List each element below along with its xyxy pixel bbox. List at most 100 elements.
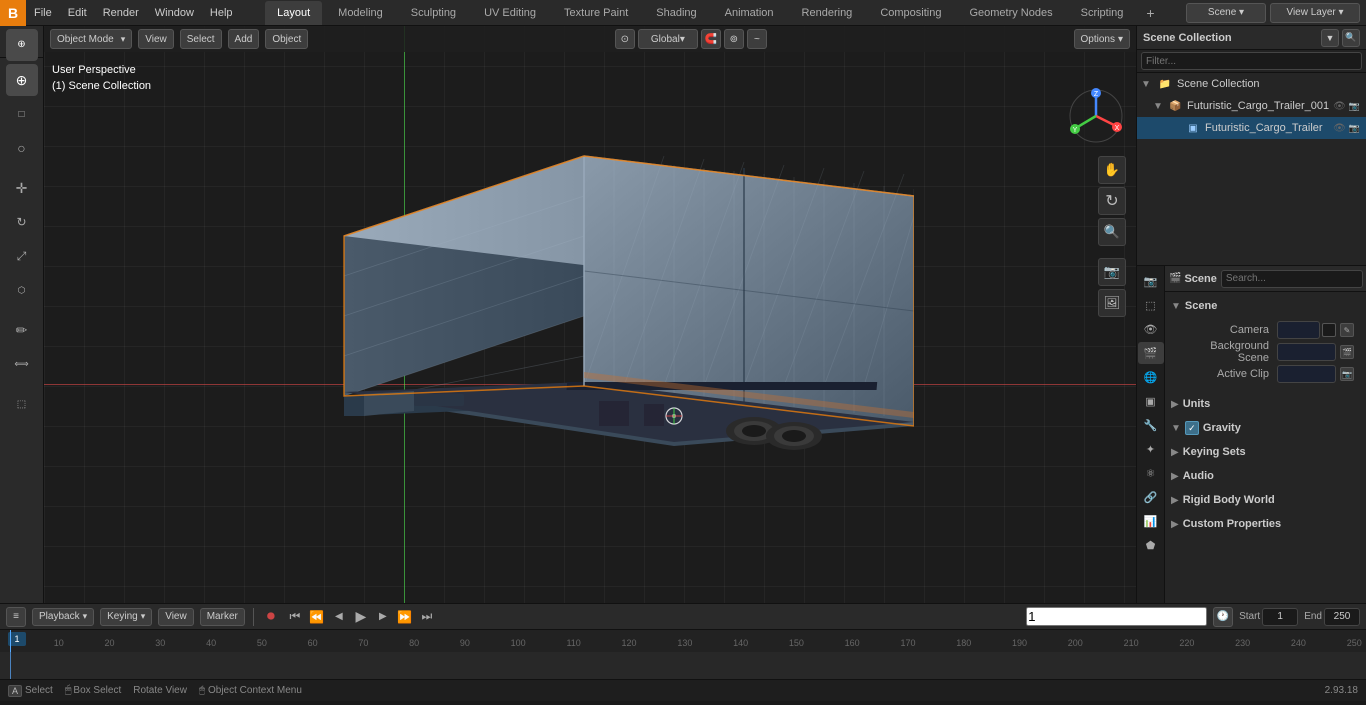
end-frame-input[interactable]: 250: [1324, 608, 1360, 626]
background-scene-value[interactable]: [1277, 343, 1336, 361]
timeline-ruler[interactable]: 1 0 10 20 30 40 50 60 70 80 90 100 110 1…: [0, 630, 1366, 652]
jump-to-end-button[interactable]: ⏭: [418, 608, 436, 626]
tab-sculpting[interactable]: Sculpting: [399, 1, 468, 25]
modifier-properties-tab[interactable]: 🔧: [1138, 414, 1164, 436]
outliner-scene-collection[interactable]: ▼ 📁 Scene Collection: [1137, 73, 1366, 95]
audio-section-header[interactable]: ▶ Audio: [1169, 466, 1362, 486]
camera-persp-button[interactable]: 📷: [1098, 258, 1126, 286]
properties-search[interactable]: [1221, 270, 1363, 288]
custom-properties-section-header[interactable]: ▶ Custom Properties: [1169, 514, 1362, 534]
gravity-section-header[interactable]: ▼ Gravity: [1169, 418, 1362, 438]
next-frame-button[interactable]: ▶: [374, 608, 392, 626]
measure-tool[interactable]: ⟺: [6, 348, 38, 380]
camera-value[interactable]: [1277, 321, 1320, 339]
annotate-tool[interactable]: ✏: [6, 314, 38, 346]
tab-modeling[interactable]: Modeling: [326, 1, 395, 25]
menu-file[interactable]: File: [26, 0, 60, 25]
object-properties-tab[interactable]: ▣: [1138, 390, 1164, 412]
viewport[interactable]: Object Mode ▾ View Select Add Object: [44, 26, 1136, 603]
play-button[interactable]: ▶: [352, 608, 370, 626]
outliner-row-trailer-mesh[interactable]: ▶ ▣ Futuristic_Cargo_Trailer 👁 📷: [1137, 117, 1366, 139]
transform-tool[interactable]: ⬡: [6, 274, 38, 306]
scene-section-header[interactable]: ▼ Scene: [1169, 296, 1362, 316]
add-workspace-button[interactable]: +: [1139, 2, 1161, 24]
output-properties-tab[interactable]: ⬚: [1138, 294, 1164, 316]
keying-sets-section-header[interactable]: ▶ Keying Sets: [1169, 442, 1362, 462]
active-clip-value[interactable]: [1277, 365, 1336, 383]
object-menu[interactable]: Object: [265, 29, 308, 49]
gravity-checkbox[interactable]: [1185, 421, 1199, 435]
prev-keyframe-button[interactable]: ⏪: [308, 608, 326, 626]
outliner-search-input[interactable]: [1141, 52, 1362, 70]
view-menu[interactable]: View: [138, 29, 174, 49]
constraints-properties-tab[interactable]: 🔗: [1138, 486, 1164, 508]
units-section-header[interactable]: ▶ Units: [1169, 394, 1362, 414]
record-button[interactable]: ⏺: [262, 608, 280, 626]
render-properties-tab[interactable]: 📷: [1138, 270, 1164, 292]
scale-tool[interactable]: ⤢: [6, 240, 38, 272]
particles-properties-tab[interactable]: ✦: [1138, 438, 1164, 460]
select-tool[interactable]: □: [6, 98, 38, 130]
time-display-toggle[interactable]: 🕐: [1213, 607, 1233, 627]
mesh-render-icon[interactable]: 📷: [1349, 123, 1360, 134]
proportional-edit[interactable]: ⊚: [724, 29, 744, 49]
timeline-view-menu[interactable]: View: [158, 608, 194, 626]
select-circle-tool[interactable]: ○: [6, 132, 38, 164]
camera-edit-icon[interactable]: ✎: [1340, 323, 1354, 337]
menu-window[interactable]: Window: [147, 0, 202, 25]
tab-animation[interactable]: Animation: [713, 1, 786, 25]
render-icon[interactable]: 📷: [1349, 101, 1360, 112]
material-properties-tab[interactable]: ⬟: [1138, 534, 1164, 556]
timeline-menu-button[interactable]: ≡: [6, 607, 26, 627]
active-clip-icon[interactable]: 📷: [1340, 367, 1354, 381]
transform-pivot[interactable]: ⊙: [615, 29, 635, 49]
outliner-filter[interactable]: ▼: [1321, 29, 1339, 47]
cursor-tool[interactable]: ⊕: [6, 64, 38, 96]
zoom-view-button[interactable]: 🔍: [1098, 218, 1126, 246]
modifier2[interactable]: ~: [747, 29, 767, 49]
tab-geometry-nodes[interactable]: Geometry Nodes: [957, 1, 1064, 25]
tab-rendering[interactable]: Rendering: [790, 1, 865, 25]
keying-menu[interactable]: Keying ▾: [100, 608, 152, 626]
outliner-search[interactable]: 🔍: [1342, 29, 1360, 47]
tab-shading[interactable]: Shading: [644, 1, 708, 25]
move-tool[interactable]: ✛: [6, 172, 38, 204]
rigid-body-world-section-header[interactable]: ▶ Rigid Body World: [1169, 490, 1362, 510]
current-frame-input[interactable]: 1: [1026, 607, 1207, 626]
mesh-visibility-icon[interactable]: 👁: [1333, 123, 1346, 134]
jump-to-start-button[interactable]: ⏮: [286, 608, 304, 626]
view-image-button[interactable]: 🖼: [1098, 289, 1126, 317]
marker-menu[interactable]: Marker: [200, 608, 245, 626]
background-scene-icon[interactable]: 🎬: [1340, 345, 1354, 359]
menu-help[interactable]: Help: [202, 0, 241, 25]
view-properties-tab[interactable]: 👁: [1138, 318, 1164, 340]
menu-edit[interactable]: Edit: [60, 0, 95, 25]
tab-uv-editing[interactable]: UV Editing: [472, 1, 548, 25]
data-properties-tab[interactable]: 📊: [1138, 510, 1164, 532]
view-layer-dropdown[interactable]: View Layer ▾: [1270, 3, 1360, 23]
transform-global[interactable]: Global ▾: [638, 29, 698, 49]
start-frame-input[interactable]: 1: [1262, 608, 1298, 626]
playback-menu[interactable]: Playback ▾: [32, 608, 94, 626]
world-properties-tab[interactable]: 🌐: [1138, 366, 1164, 388]
menu-render[interactable]: Render: [95, 0, 147, 25]
prev-frame-button[interactable]: ◀: [330, 608, 348, 626]
object-mode-selector[interactable]: Object Mode ▾: [50, 29, 132, 49]
visibility-icon[interactable]: 👁: [1333, 101, 1346, 112]
scene-properties-tab[interactable]: 🎬: [1138, 342, 1164, 364]
snap-toggle[interactable]: 🧲: [701, 29, 721, 49]
rotate-tool[interactable]: ↻: [6, 206, 38, 238]
tab-texture-paint[interactable]: Texture Paint: [552, 1, 640, 25]
timeline-track-area[interactable]: [0, 652, 1366, 679]
options-menu[interactable]: Options ▾: [1074, 29, 1131, 49]
scene-dropdown[interactable]: Scene ▾: [1186, 3, 1266, 23]
add-cube-tool[interactable]: ⬚: [6, 388, 38, 420]
tab-compositing[interactable]: Compositing: [868, 1, 953, 25]
tab-scripting[interactable]: Scripting: [1069, 1, 1136, 25]
physics-properties-tab[interactable]: ⚛: [1138, 462, 1164, 484]
next-keyframe-button[interactable]: ⏩: [396, 608, 414, 626]
select-menu[interactable]: Select: [180, 29, 222, 49]
tab-layout[interactable]: Layout: [265, 1, 322, 25]
pan-view-button[interactable]: ✋: [1098, 156, 1126, 184]
outliner-row-trailer-collection[interactable]: ▼ 📦 Futuristic_Cargo_Trailer_001 👁 📷: [1137, 95, 1366, 117]
